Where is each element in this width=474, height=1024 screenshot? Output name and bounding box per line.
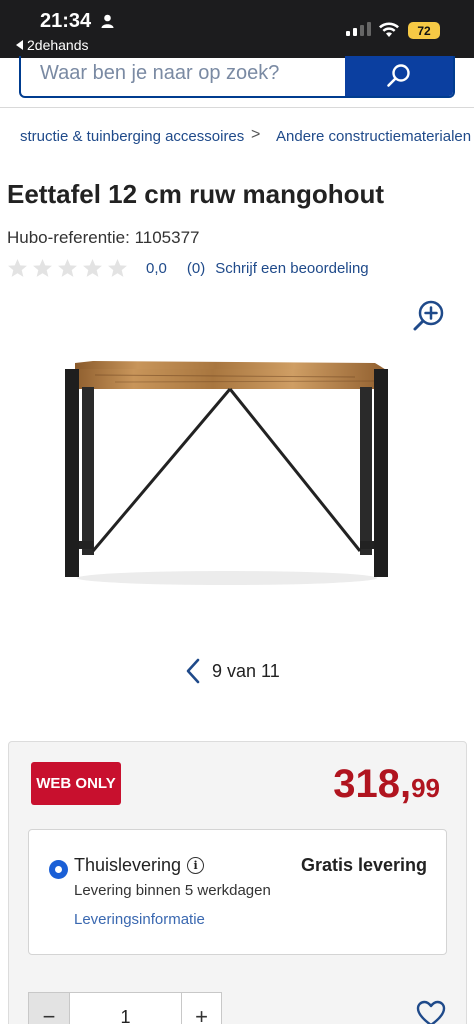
breadcrumb: structie & tuinberging accessoires > And…: [0, 125, 474, 151]
rating-count: (0): [186, 259, 206, 277]
back-arrow-icon: [16, 40, 23, 50]
gallery-pager: 9 van 11: [184, 657, 280, 685]
gallery-position: 9 van 11: [212, 660, 280, 681]
star-icon: [33, 258, 52, 277]
quantity-input[interactable]: 1: [70, 993, 181, 1024]
wifi-icon: [379, 22, 399, 37]
breadcrumb-item[interactable]: Andere constructiematerialen: [276, 128, 471, 145]
delivery-radio[interactable]: [49, 860, 68, 879]
delivery-time: Levering binnen 5 werkdagen: [74, 882, 271, 899]
search-input[interactable]: Waar ben je naar op zoek?: [21, 56, 345, 96]
battery-indicator: 72: [408, 22, 440, 39]
price-comma: ,: [399, 762, 412, 806]
info-icon[interactable]: i: [187, 857, 205, 874]
search-bar: Waar ben je naar op zoek?: [19, 56, 455, 98]
clock: 21:34: [40, 10, 92, 32]
breadcrumb-item[interactable]: structie & tuinberging accessoires: [20, 128, 244, 145]
product-title: Eettafel 12 cm ruw mangohout: [7, 179, 385, 209]
price-euros: 318: [333, 762, 400, 806]
search-button[interactable]: [345, 56, 453, 96]
quantity-increase-button[interactable]: +: [181, 993, 221, 1024]
person-icon: [101, 14, 114, 28]
quantity-decrease-button[interactable]: −: [29, 993, 70, 1024]
rating-score: 0,0: [146, 259, 167, 277]
star-icon: [8, 258, 27, 277]
write-review-link[interactable]: Schrijf een beoordeling: [215, 260, 368, 277]
star-icon: [58, 258, 77, 277]
star-icon: [83, 258, 102, 277]
signal-icon: [346, 22, 371, 36]
web-only-badge: WEB ONLY: [31, 762, 121, 805]
delivery-title: Thuislevering: [74, 855, 182, 875]
back-to-app[interactable]: 2dehands: [16, 37, 89, 53]
star-icon: [108, 258, 127, 277]
breadcrumb-separator: >: [251, 126, 261, 143]
product-image: [65, 361, 388, 585]
product-price: 318,99: [333, 762, 440, 807]
chevron-left-icon[interactable]: [184, 658, 202, 684]
rating-row: 0,0 (0) Schrijf een beoordeling: [7, 256, 369, 280]
rating-stars: [7, 258, 128, 279]
search-header: Waar ben je naar op zoek?: [0, 56, 474, 108]
buy-box: WEB ONLY 318,99 Thuislevering i Levering…: [8, 741, 467, 1024]
delivery-cost: Gratis levering: [300, 855, 427, 875]
zoom-in-icon[interactable]: [412, 298, 446, 332]
price-cents: 99: [411, 773, 440, 803]
quantity-stepper: − 1 +: [28, 992, 222, 1024]
status-bar: 21:34 2dehands 72: [0, 0, 474, 58]
search-icon: [387, 64, 410, 87]
heart-icon[interactable]: [416, 1000, 446, 1024]
back-app-label: 2dehands: [27, 37, 89, 53]
delivery-info-link[interactable]: Leveringsinformatie: [74, 911, 205, 928]
delivery-option-home[interactable]: Thuislevering i Levering binnen 5 werkda…: [28, 829, 447, 955]
product-reference: Hubo-referentie: 1105377: [7, 228, 200, 247]
delivery-title-row: Thuislevering i: [74, 855, 205, 876]
battery-level: 72: [417, 23, 431, 38]
